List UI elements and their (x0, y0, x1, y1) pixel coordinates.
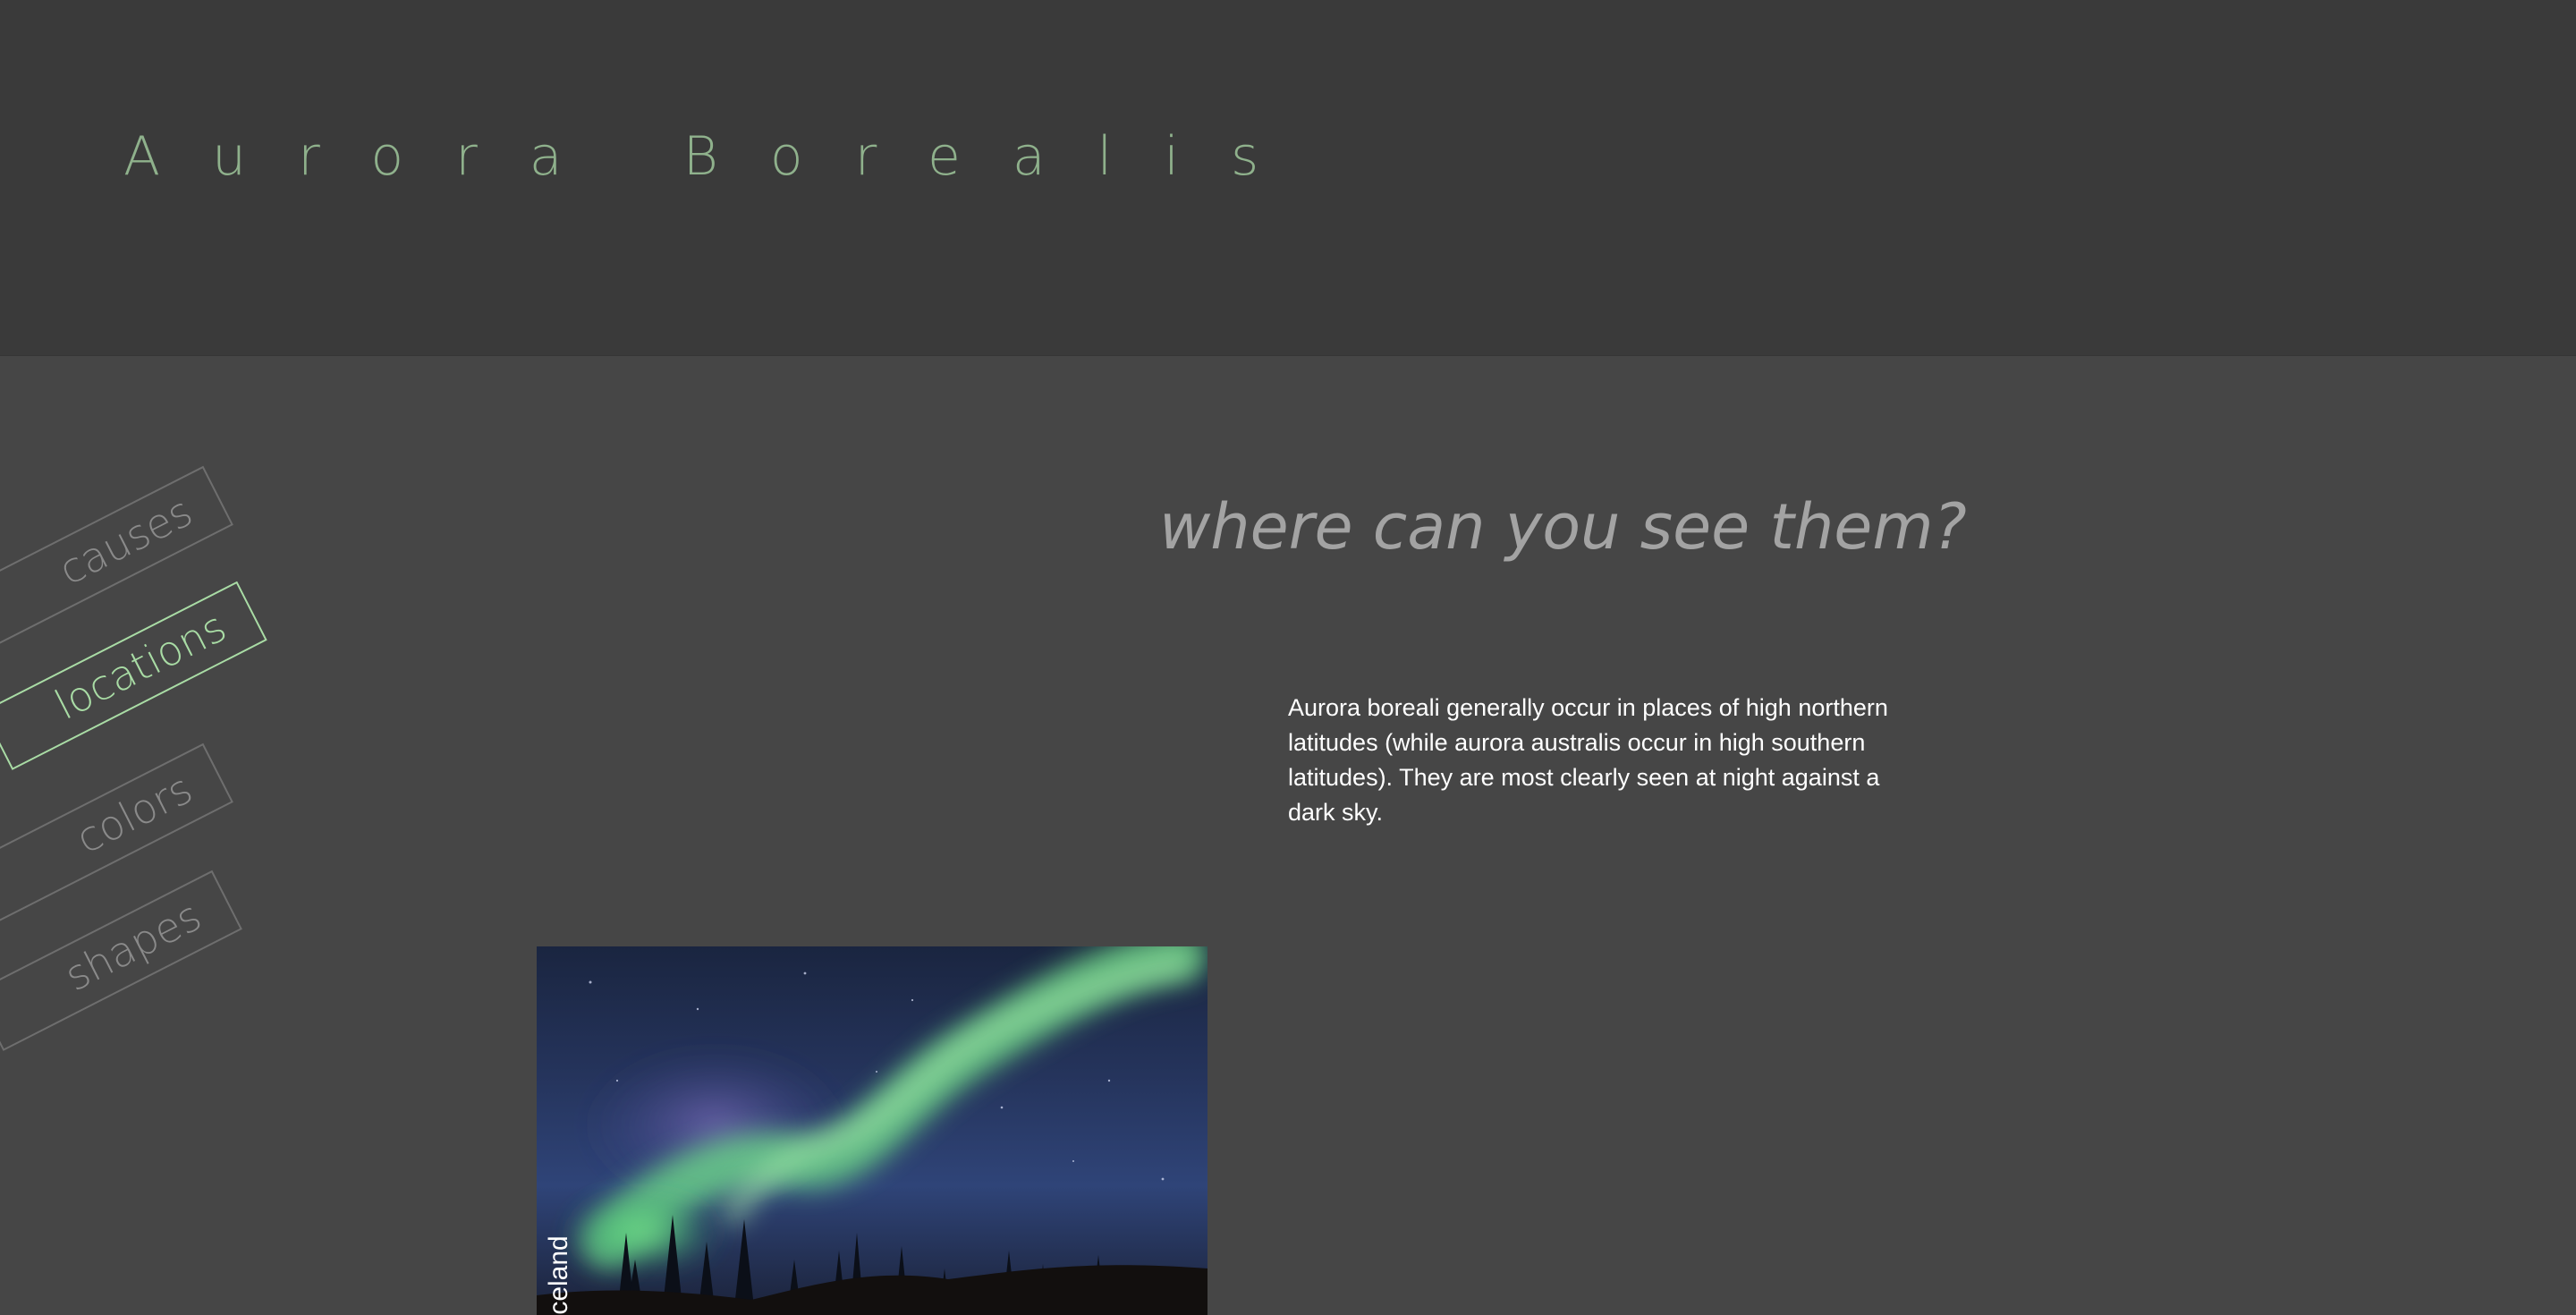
aurora-photo-icon (537, 946, 1208, 1315)
section-body: Aurora boreali generally occur in places… (1288, 694, 1888, 826)
site-title: Aurora Borealis (123, 125, 1311, 188)
photo-caption: Iceland (544, 1235, 573, 1315)
page: Aurora Borealis causes locations colors … (0, 0, 2576, 1315)
site-header: Aurora Borealis (0, 0, 2576, 356)
aurora-photo: Iceland (537, 946, 1208, 1315)
side-nav: causes locations colors shapes (0, 355, 358, 1160)
section-heading: where can you see them? (1159, 490, 1967, 564)
nav-tab-label: locations (47, 602, 234, 730)
nav-tab-label: colors (68, 764, 200, 863)
nav-tab-label: shapes (56, 891, 209, 1001)
nav-tab-label: causes (51, 487, 200, 595)
